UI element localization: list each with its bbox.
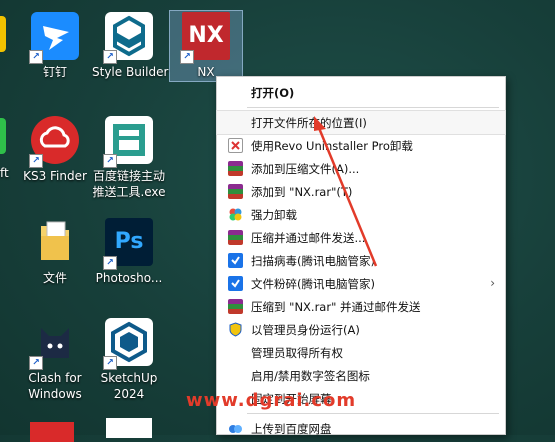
watermark: www.dgrai.com: [186, 390, 357, 411]
annotation-arrow-icon: [314, 116, 378, 267]
